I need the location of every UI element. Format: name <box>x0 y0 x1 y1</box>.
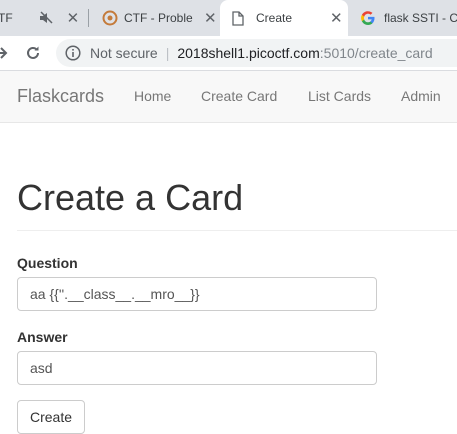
browser-tab-strip: TF ✕ CTF - Proble ✕ Create ✕ flask SSTI … <box>0 0 457 36</box>
heading-divider <box>17 230 457 231</box>
browser-toolbar: Not secure | 2018shell1.picoctf.com:5010… <box>0 36 457 71</box>
info-icon[interactable] <box>65 45 81 61</box>
tab-create[interactable]: Create ✕ <box>220 0 348 36</box>
question-label: Question <box>17 255 78 271</box>
url-host: 2018shell1.picoctf.com <box>177 45 320 61</box>
navbar-brand[interactable]: Flaskcards <box>17 86 104 107</box>
close-tab-icon[interactable]: ✕ <box>330 9 343 27</box>
answer-input[interactable] <box>17 351 377 385</box>
tab-partial[interactable]: TF ✕ <box>0 0 84 36</box>
security-label[interactable]: Not secure <box>90 45 158 61</box>
tab-title: TF <box>0 11 13 25</box>
address-bar[interactable]: Not secure | 2018shell1.picoctf.com:5010… <box>56 39 457 67</box>
answer-label: Answer <box>17 329 68 345</box>
nav-link-home[interactable]: Home <box>134 88 171 104</box>
page-title: Create a Card <box>17 177 244 218</box>
url-path: :5010/create_card <box>319 45 433 61</box>
question-input[interactable] <box>17 277 377 311</box>
reload-icon[interactable] <box>20 40 46 66</box>
tab-title: flask SSTI - C <box>384 11 457 25</box>
close-tab-icon[interactable]: ✕ <box>67 9 80 27</box>
document-icon <box>230 10 246 26</box>
picoctf-favicon-icon <box>102 10 118 26</box>
nav-link-create-card[interactable]: Create Card <box>201 88 277 104</box>
close-tab-icon[interactable]: ✕ <box>204 9 217 27</box>
tab-divider <box>88 9 89 27</box>
google-g-icon <box>360 10 376 26</box>
nav-link-list-cards[interactable]: List Cards <box>308 88 371 104</box>
address-divider: | <box>165 45 170 61</box>
forward-arrow-icon[interactable] <box>0 40 14 66</box>
tab-flask-ssti[interactable]: flask SSTI - C <box>352 0 457 36</box>
site-navbar: Flaskcards Home Create Card List Cards A… <box>0 71 457 123</box>
tab-ctf[interactable]: CTF - Proble ✕ <box>96 0 220 36</box>
create-button[interactable]: Create <box>17 400 85 434</box>
muted-speaker-icon[interactable] <box>39 11 53 25</box>
tab-title: CTF - Proble <box>124 11 193 25</box>
tab-title: Create <box>256 11 293 25</box>
nav-link-admin[interactable]: Admin <box>401 88 441 104</box>
